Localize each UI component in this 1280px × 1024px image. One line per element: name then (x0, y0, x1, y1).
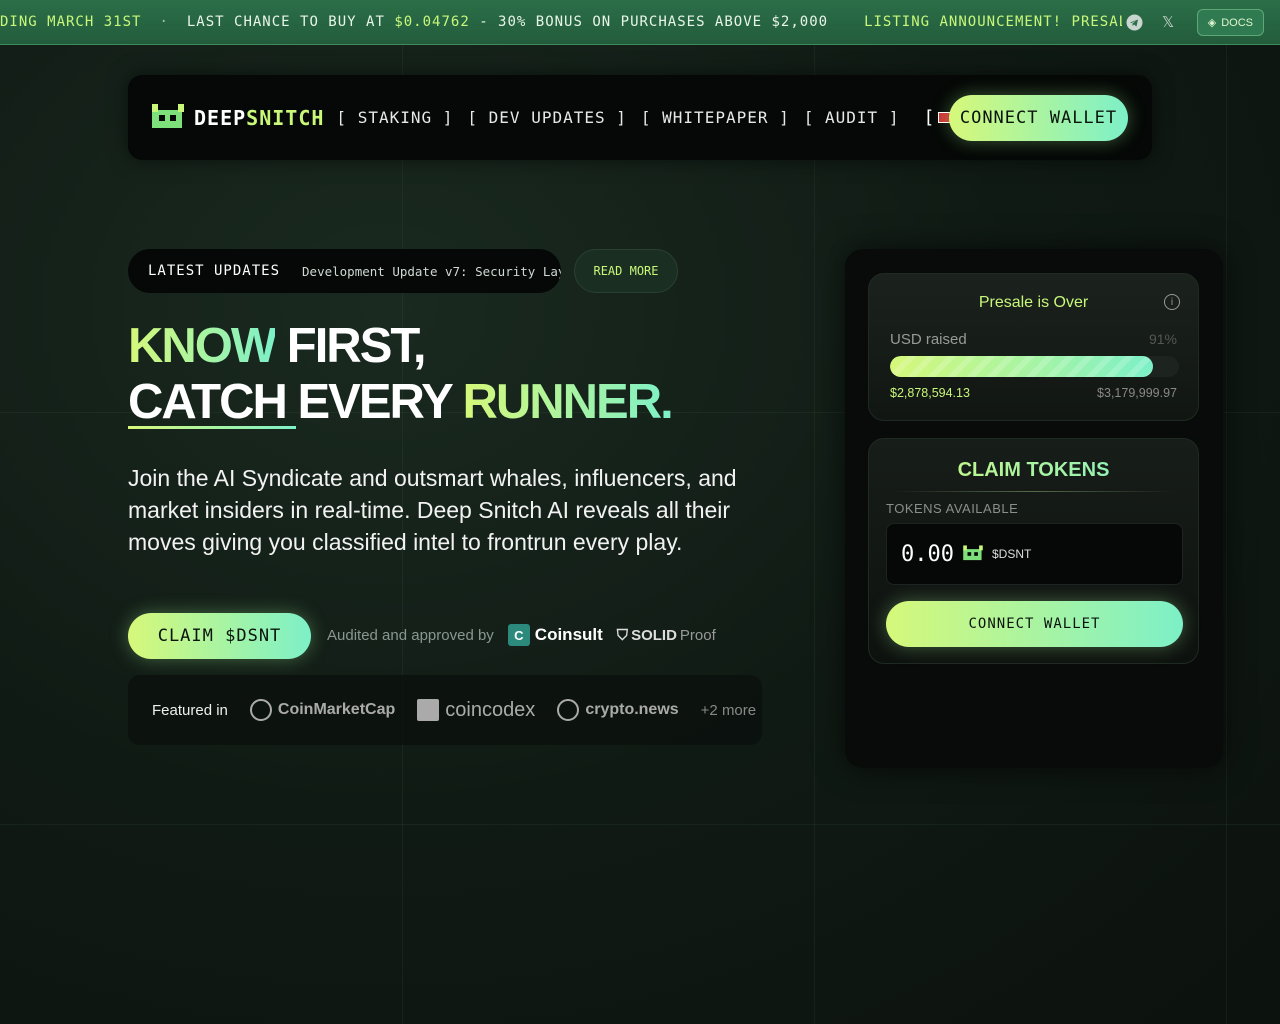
logo-text-accent: SNITCH (246, 105, 325, 130)
coinsult-label: Coinsult (534, 625, 603, 644)
nav-dev-updates[interactable]: [ DEV UPDATES ] (467, 108, 627, 127)
claim-dsnt-button[interactable]: CLAIM $DSNT (128, 613, 311, 659)
crypto-news-logo[interactable]: crypto.news (557, 699, 679, 721)
audited-row: Audited and approved by C Coinsult ⛉ SOLID… (327, 624, 716, 646)
brand-label: coincodex (445, 698, 536, 721)
hero-underline (128, 426, 296, 429)
nav-audit[interactable]: [ AUDIT ] (804, 108, 900, 127)
coinmarketcap-logo[interactable]: CoinMarketCap (249, 699, 396, 721)
updates-text[interactable]: Development Update v7: Security Layer (302, 264, 561, 279)
raised-amount: $2,878,594.13 (890, 386, 970, 400)
read-more-button[interactable]: READ MORE (574, 249, 678, 293)
solidproof-label: SOLID (631, 626, 677, 644)
presale-panel: Presale is Over i USD raised 91% $2,878,… (845, 249, 1223, 768)
connect-wallet-button[interactable]: CONNECT WALLET (949, 95, 1128, 141)
claim-title: CLAIM TOKENS (869, 459, 1198, 482)
ticker-price: $0.04762 (394, 14, 470, 30)
docs-label: DOCS (1221, 16, 1253, 29)
logo-text: DEEP (194, 105, 247, 130)
progress-fill (890, 356, 1153, 377)
solidproof-logo[interactable]: ⛉ SOLID Proof (617, 627, 716, 644)
hero-word: EVERY (297, 375, 452, 429)
token-symbol: $DSNT (991, 547, 1032, 561)
progress-bar (890, 356, 1179, 377)
nav-whitepaper[interactable]: [ WHITEPAPER ] (641, 108, 790, 127)
docs-button[interactable]: ◈ DOCS (1196, 9, 1264, 36)
coinsult-logo[interactable]: C Coinsult (507, 624, 603, 646)
presale-status-card: Presale is Over i USD raised 91% $2,878,… (868, 273, 1199, 421)
ticker-text: LAST CHANCE TO BUY AT (186, 14, 385, 30)
solidproof-label-suffix: Proof (679, 626, 716, 644)
audited-label: Audited and approved by (327, 626, 494, 644)
info-icon[interactable]: i (1164, 294, 1180, 310)
hero-word: RUNNER. (462, 375, 674, 429)
docs-icon: ◈ (1207, 17, 1217, 29)
presale-title: Presale is Over (978, 294, 1089, 311)
shield-icon: ⛉ (616, 626, 629, 644)
percent-label: 91% (1148, 331, 1177, 347)
brand-label: CoinMarketCap (277, 701, 396, 718)
goal-amount: $3,179,999.97 (1097, 386, 1177, 400)
logo-mascot-icon (152, 103, 184, 128)
announcement-bar: DING MARCH 31ST · LAST CHANCE TO BUY AT … (0, 0, 1280, 45)
main-nav: DEEPSNITCH [ STAKING ] [ DEV UPDATES ] [… (128, 75, 1152, 160)
coincodex-logo[interactable]: coincodex (417, 699, 535, 722)
hero-description: Join the AI Syndicate and outsmart whale… (128, 465, 737, 555)
hero-word: FIRST, (286, 319, 427, 373)
ticker-item: LISTING ANNOUNCEMENT! PRESALE ENDING MAR (864, 14, 1122, 30)
hero-word: KNOW (128, 319, 277, 373)
ticker-text: - 30% BONUS ON PURCHASES ABOVE $2,000 (479, 14, 829, 30)
token-amount: 0.00 (901, 541, 954, 567)
dsnt-token-icon (963, 545, 983, 561)
updates-label: LATEST UPDATES (148, 263, 281, 279)
tokens-available-label: TOKENS AVAILABLE (886, 501, 1019, 516)
latest-updates-bar: LATEST UPDATES Development Update v7: Se… (128, 249, 561, 293)
ticker-item: LAST CHANCE TO BUY AT $0.04762 - 30% BON… (187, 14, 828, 30)
ticker: DING MARCH 31ST · LAST CHANCE TO BUY AT … (0, 14, 1122, 30)
telegram-icon[interactable] (1125, 13, 1143, 31)
logo[interactable]: DEEPSNITCH (150, 103, 325, 132)
x-twitter-icon[interactable]: 𝕏 (1159, 13, 1177, 31)
crypto-news-icon (557, 699, 580, 721)
tokens-available-field: 0.00 $DSNT (886, 523, 1183, 585)
ticker-item: DING MARCH 31ST (0, 14, 142, 30)
claim-connect-wallet-button[interactable]: CONNECT WALLET (886, 601, 1183, 647)
coinmarketcap-icon (249, 699, 272, 721)
nav-staking[interactable]: [ STAKING ] (336, 108, 453, 127)
featured-in-bar: Featured in CoinMarketCap coincodex cryp… (128, 675, 762, 745)
featured-label: Featured in (152, 701, 228, 719)
brand-label: crypto.news (585, 701, 679, 718)
usd-raised-label: USD raised (890, 331, 967, 348)
claim-tokens-card: CLAIM TOKENS TOKENS AVAILABLE 0.00 $DSNT… (868, 438, 1199, 664)
divider (893, 491, 1174, 492)
hero-title: KNOW FIRST, CATCH EVERY RUNNER. (128, 318, 674, 430)
more-featured-link[interactable]: +2 more (701, 702, 756, 719)
coinsult-icon: C (507, 624, 530, 646)
ticker-separator: · (159, 14, 169, 30)
coincodex-icon (417, 699, 440, 721)
hero-word: CATCH (128, 375, 288, 429)
